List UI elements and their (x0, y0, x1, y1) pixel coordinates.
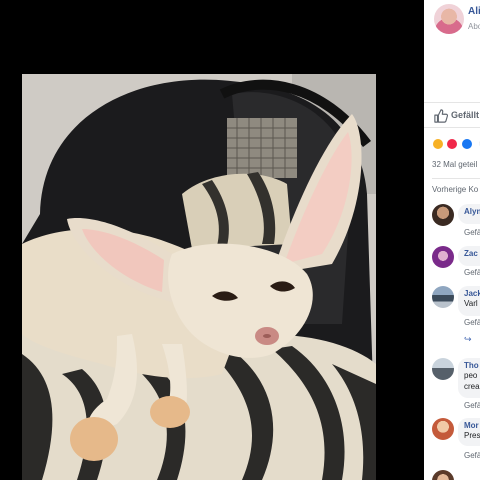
comment-text: crea (464, 382, 480, 391)
comment-bubble: Tho peo crea (458, 358, 480, 398)
like-label: Gefällt (451, 110, 480, 120)
author-avatar[interactable] (434, 4, 464, 34)
commenter-name[interactable]: Mor (464, 421, 480, 430)
comment-text: Pres (464, 431, 480, 440)
comment-like-link[interactable]: Gefä (464, 228, 480, 237)
commenter-name[interactable]: Alyn (464, 207, 480, 216)
reaction-summary[interactable]: 562 (432, 135, 480, 150)
comment-like-link[interactable]: Gefä (464, 318, 480, 327)
thumbs-up-icon (434, 109, 448, 123)
reply-arrow-icon[interactable]: ↪ (464, 334, 472, 345)
comment-bubble: Jack Varl (458, 286, 480, 316)
fennec-fox-photo (22, 74, 376, 480)
comment-like-link[interactable]: Gefä (464, 268, 480, 277)
commenter-name[interactable]: Tho (464, 361, 480, 370)
sad-reaction-icon (432, 137, 444, 150)
post-side-panel: Ali Abo Gefällt 562 32 Mal geteil Vorher… (424, 0, 480, 480)
commenter-name[interactable]: Jack (464, 289, 480, 298)
comment-text: peo (464, 371, 478, 380)
comment-bubble: Zac (458, 246, 480, 266)
commenter-avatar[interactable] (432, 204, 454, 226)
commenter-avatar[interactable] (432, 286, 454, 308)
like-reaction-icon (460, 137, 473, 150)
shares-count[interactable]: 32 Mal geteil (432, 160, 480, 179)
post-header: Ali Abo (424, 0, 480, 48)
commenter-avatar[interactable] (432, 358, 454, 380)
comment-bubble: Mor Pres (458, 418, 480, 446)
commenter-avatar[interactable] (432, 418, 454, 440)
love-reaction-icon (446, 137, 459, 150)
like-button[interactable]: Gefällt (424, 102, 480, 128)
comment-like-link[interactable]: Gefä (464, 451, 480, 460)
comment-bubble: Alyn (458, 204, 480, 224)
commenter-avatar[interactable] (432, 470, 454, 480)
previous-comments-link[interactable]: Vorherige Ko (432, 185, 478, 194)
photo-viewer (0, 0, 424, 480)
comment-like-link[interactable]: Gefä (464, 401, 480, 410)
commenter-avatar[interactable] (432, 246, 454, 268)
comment-text: Varl (464, 299, 478, 308)
author-name[interactable]: Ali (468, 6, 480, 17)
commenter-name[interactable]: Zac (464, 249, 480, 258)
author-subtitle[interactable]: Abo (468, 22, 480, 31)
post-photo[interactable] (22, 74, 376, 480)
